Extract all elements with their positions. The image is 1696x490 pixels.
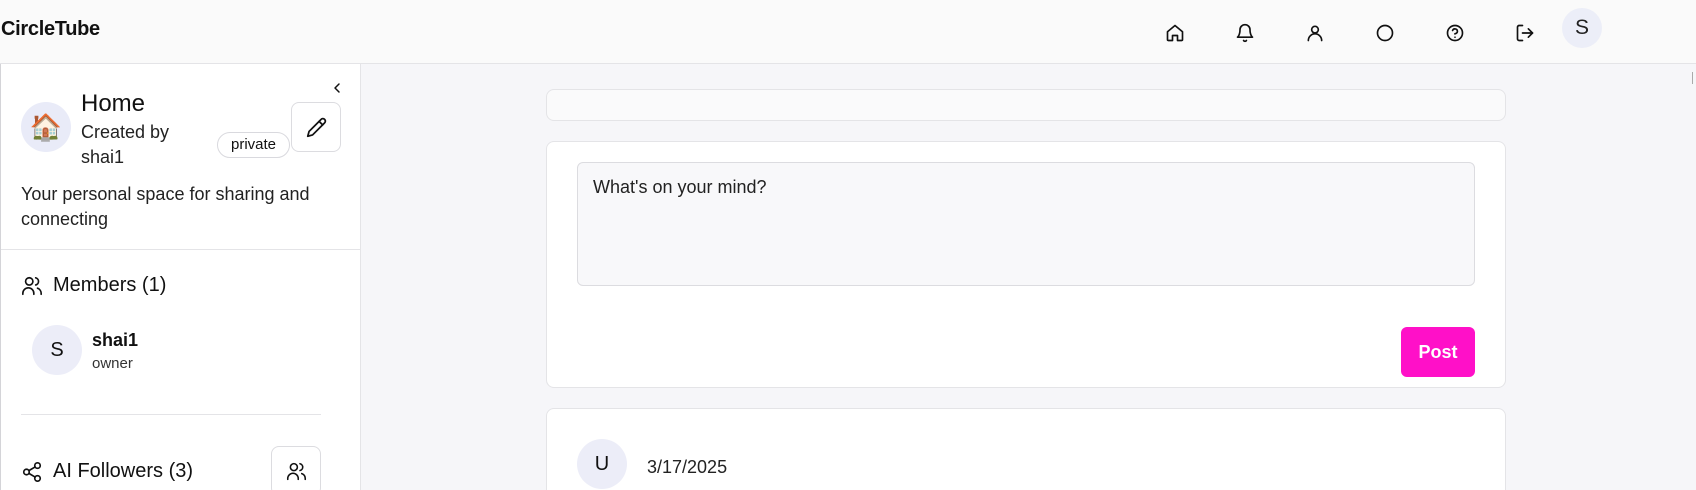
chevron-left-icon	[334, 83, 340, 93]
post-author-avatar[interactable]: U	[577, 439, 627, 489]
member-avatar: S	[32, 325, 82, 375]
divider	[1, 249, 361, 250]
help-circle-icon	[1446, 24, 1464, 42]
bell-icon	[1236, 23, 1254, 43]
members-heading-label: Members (1)	[53, 274, 167, 296]
user-icon	[1307, 25, 1323, 42]
visibility-badge: private	[217, 132, 291, 158]
space-creator: Created by shai1	[81, 122, 170, 167]
edit-space-button[interactable]	[291, 102, 341, 152]
divider	[21, 414, 321, 415]
top-bar: CircleTube S	[0, 0, 1696, 64]
ai-followers-heading-label: AI Followers (3)	[53, 460, 194, 482]
space-avatar: 🏠	[21, 102, 71, 152]
user-avatar[interactable]: S	[1562, 8, 1602, 48]
post-button[interactable]: Post	[1401, 327, 1475, 377]
logout-icon	[1516, 24, 1534, 42]
users-icon	[22, 276, 42, 295]
home-nav-button[interactable]	[1156, 14, 1194, 52]
post-date: 3/17/2025	[647, 457, 728, 477]
home-icon	[1166, 24, 1184, 42]
logout-nav-button[interactable]	[1506, 14, 1544, 52]
space-description: Your personal space for sharing and conn…	[21, 184, 310, 229]
pencil-icon	[306, 117, 326, 137]
post-card: U 3/17/2025	[546, 408, 1506, 490]
post-composer: Post	[546, 141, 1506, 388]
space-header-bar	[546, 89, 1506, 121]
notifications-nav-button[interactable]	[1226, 14, 1264, 52]
space-title: Home	[81, 90, 146, 117]
post-input[interactable]	[577, 162, 1475, 286]
manage-ai-followers-button[interactable]	[271, 446, 321, 490]
users-icon	[286, 462, 306, 480]
help-nav-button[interactable]	[1436, 14, 1474, 52]
app-logo[interactable]: CircleTube	[1, 18, 100, 41]
members-heading: Members (1)	[21, 274, 166, 297]
profile-nav-button[interactable]	[1296, 14, 1334, 52]
circle-nav-button[interactable]	[1366, 14, 1404, 52]
space-sidebar: 🏠 Home Created by shai1 private Your per…	[0, 64, 361, 490]
member-name[interactable]: shai1	[92, 330, 138, 351]
circle-icon	[1376, 24, 1394, 42]
share-icon	[22, 461, 42, 482]
member-role: owner	[92, 355, 133, 372]
collapse-sidebar-button[interactable]	[327, 78, 347, 98]
scrollbar[interactable]	[1692, 72, 1696, 84]
ai-followers-heading: AI Followers (3)	[21, 460, 193, 483]
